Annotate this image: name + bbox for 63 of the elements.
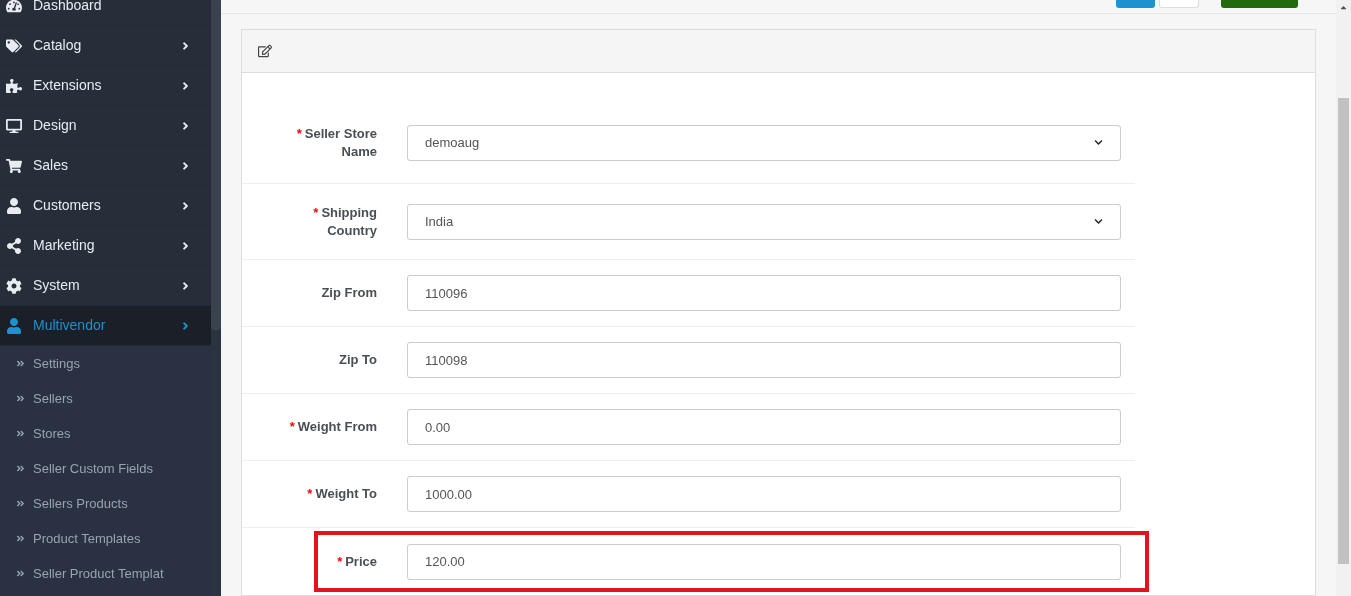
edit-icon: [258, 44, 272, 58]
chevron-icon: [180, 119, 191, 132]
double-chevron-icon: [16, 359, 25, 368]
puzzle-icon: [6, 77, 22, 94]
sidebar-item[interactable]: Design: [0, 106, 211, 146]
chevron-down-icon: [1094, 217, 1103, 226]
double-chevron-icon: [16, 464, 25, 473]
sidebar-item[interactable]: Dashboard: [0, 0, 211, 26]
chevron-icon: [180, 159, 191, 172]
user-icon: [6, 197, 22, 214]
submenu-item[interactable]: Stores: [0, 416, 211, 451]
input-field[interactable]: 0.00: [407, 409, 1121, 445]
gear-icon: [6, 277, 22, 294]
sidebar-item[interactable]: Customers: [0, 186, 211, 226]
share-icon: [6, 237, 22, 254]
chevron-down-icon: [1094, 138, 1103, 147]
double-chevron-icon: [16, 499, 25, 508]
submenu-item[interactable]: Product Templates: [0, 521, 211, 556]
sidebar-item[interactable]: System: [0, 266, 211, 306]
sidebar-item[interactable]: Extensions: [0, 66, 211, 106]
sidebar-item[interactable]: Marketing: [0, 226, 211, 266]
select-field[interactable]: India: [407, 203, 1121, 240]
field-label: * Weight To: [306, 485, 377, 503]
sidebar-item[interactable]: Multivendor: [0, 306, 211, 346]
submenu-item[interactable]: Seller Product Templat: [0, 556, 211, 591]
scrollbar-thumb[interactable]: [211, 0, 221, 330]
chevron-icon: [180, 279, 191, 292]
field-label: Zip To: [337, 351, 377, 369]
action-button[interactable]: [1159, 0, 1199, 8]
scroll-up-icon[interactable]: [1339, 3, 1348, 12]
submenu-item[interactable]: Sellers Products: [0, 486, 211, 521]
tag-icon: [6, 37, 22, 54]
scrollbar-thumb[interactable]: [1338, 98, 1349, 564]
action-button[interactable]: [1116, 0, 1155, 8]
dashboard-icon: [6, 0, 22, 14]
double-chevron-icon: [16, 534, 25, 543]
monitor-icon: [6, 117, 22, 134]
cart-icon: [6, 157, 22, 174]
input-field[interactable]: 110098: [407, 342, 1121, 378]
sidebar-item[interactable]: Catalog: [0, 26, 211, 66]
double-chevron-icon: [16, 394, 25, 403]
input-field[interactable]: 120.00: [407, 543, 1121, 580]
field-label: * Weight From: [288, 418, 377, 436]
double-chevron-icon: [16, 429, 25, 438]
field-label: * Shipping Country: [312, 203, 377, 240]
chevron-icon: [180, 79, 191, 92]
save-button[interactable]: [1221, 0, 1298, 8]
chevron-icon: [180, 239, 191, 252]
sidebar-item[interactable]: Sales: [0, 146, 211, 186]
user-icon: [6, 317, 22, 334]
submenu-item[interactable]: Seller Custom Fields: [0, 451, 211, 486]
double-chevron-icon: [16, 569, 25, 578]
chevron-icon: [180, 319, 191, 332]
input-field[interactable]: 1000.00: [407, 476, 1121, 512]
field-label: Zip From: [320, 284, 377, 302]
chevron-icon: [180, 39, 191, 52]
submenu-item[interactable]: Settings: [0, 346, 211, 381]
select-field[interactable]: demoaug: [407, 124, 1121, 161]
submenu-item[interactable]: Sellers: [0, 381, 211, 416]
field-label: * Price: [336, 552, 377, 571]
chevron-icon: [180, 199, 191, 212]
field-label: * Seller Store Name: [295, 124, 377, 161]
input-field[interactable]: 110096: [407, 275, 1121, 311]
